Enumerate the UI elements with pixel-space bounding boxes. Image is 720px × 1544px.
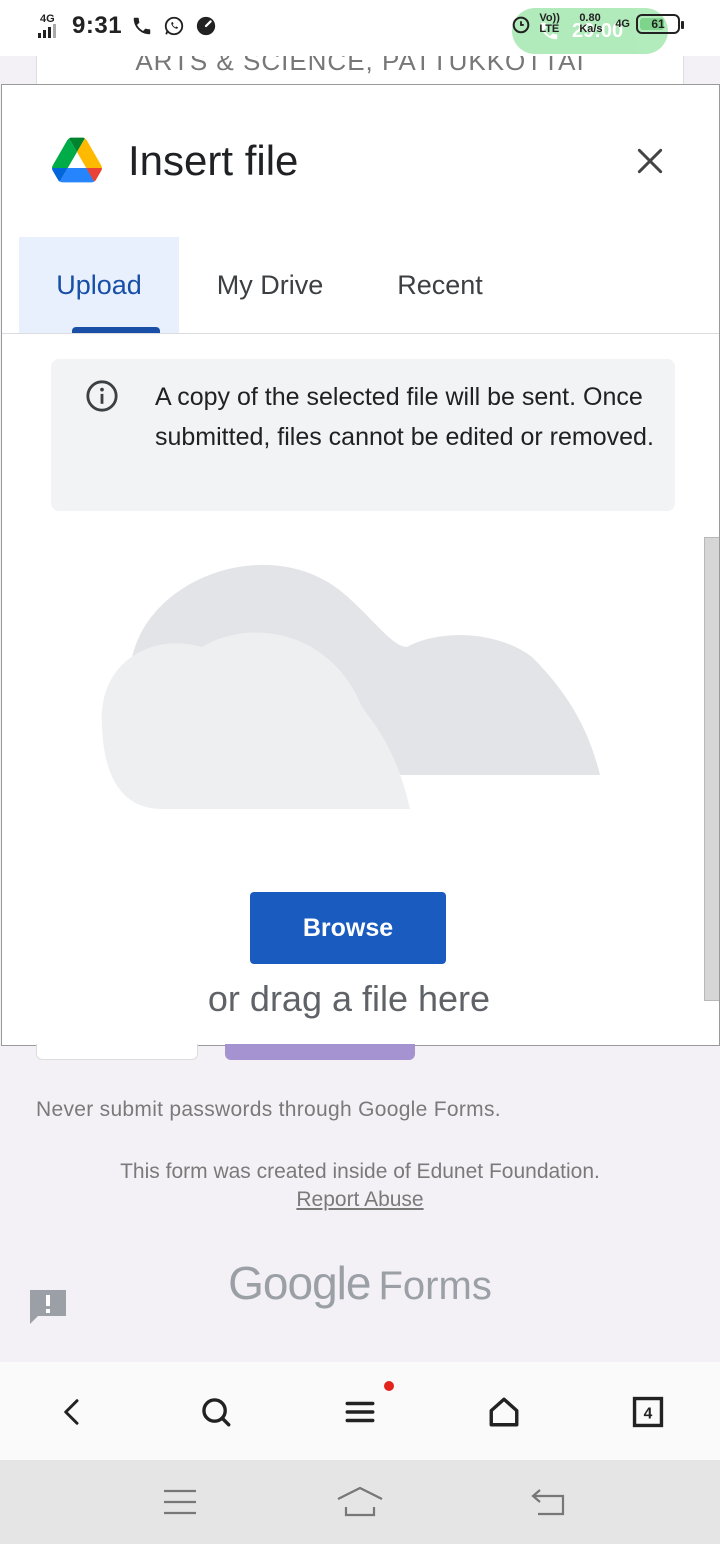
browser-tabs-button[interactable]: 4 (624, 1388, 672, 1436)
tab-my-drive-label: My Drive (216, 269, 324, 300)
system-home-button[interactable] (336, 1482, 384, 1522)
upload-notice: A copy of the selected file will be sent… (51, 359, 675, 511)
form-header-text: ARTS & SCIENCE, PATTUKKOTTAI (135, 56, 585, 76)
feedback-icon (30, 1290, 66, 1324)
google-drive-logo (52, 137, 102, 183)
browse-button[interactable]: Browse (250, 892, 446, 964)
dialog-scrollbar[interactable] (704, 537, 719, 1001)
search-icon (202, 1398, 231, 1427)
network-type: 4G (40, 13, 55, 25)
system-navigation-bar (0, 1460, 720, 1544)
status-left: 4G 9:31 (38, 12, 218, 40)
tab-recent[interactable]: Recent (378, 237, 502, 333)
dialog-tabs: Upload My Drive Recent (2, 237, 719, 334)
recents-icon (164, 1489, 196, 1515)
status-bar: 4G 9:31 29:00 Vo)) LTE 0.80 Ka/s 4G 61 (0, 0, 720, 56)
clock: 9:31 (72, 12, 123, 39)
drag-hint: or drag a file here (207, 978, 491, 1019)
system-home-icon (337, 1486, 383, 1517)
browser-back-button[interactable] (48, 1388, 96, 1436)
active-tab-indicator (72, 327, 160, 333)
cloud-illustration (101, 564, 600, 809)
form-origin-text: This form was created inside of Edunet F… (120, 1160, 600, 1183)
speedometer-icon (194, 14, 218, 38)
battery-icon: 61 (636, 14, 684, 34)
form-header-peek: ARTS & SCIENCE, PATTUKKOTTAI (36, 56, 684, 86)
info-icon (86, 380, 118, 412)
volte-label: Vo)) LTE (539, 12, 560, 35)
tab-recent-label: Recent (397, 269, 483, 300)
google-forms-logo: Google Forms (0, 1256, 720, 1310)
tab-upload-label: Upload (56, 269, 142, 300)
feedback-button[interactable] (28, 1286, 68, 1326)
alarm-icon (509, 12, 533, 36)
signal-icon: 4G (38, 12, 64, 40)
tab-my-drive[interactable]: My Drive (192, 237, 348, 333)
menu-notification-dot (384, 1381, 394, 1391)
logo-forms-text: Forms (378, 1264, 492, 1308)
next-button-peek[interactable] (225, 1044, 415, 1060)
browser-search-button[interactable] (192, 1388, 240, 1436)
tabs-count-icon: 4 (632, 1396, 664, 1428)
system-back-icon (531, 1489, 565, 1516)
home-icon (489, 1397, 519, 1427)
report-abuse-link[interactable]: Report Abuse (0, 1188, 720, 1212)
browser-home-button[interactable] (480, 1388, 528, 1436)
logo-google-text: Google (228, 1257, 371, 1309)
dialog-title: Insert file (128, 137, 299, 184)
battery-level: 61 (651, 17, 665, 31)
close-button[interactable] (628, 139, 672, 183)
network-type-right: 4G (615, 18, 630, 30)
phone-icon (130, 14, 154, 38)
net-speed: 0.80 Ka/s (579, 12, 603, 35)
back-button-peek[interactable] (36, 1044, 198, 1060)
dialog-header: Insert file (2, 85, 719, 235)
close-icon (637, 148, 663, 174)
insert-file-dialog: Insert file Upload My Drive Recent A cop… (1, 84, 720, 1046)
browser-toolbar: 4 (0, 1362, 720, 1460)
status-right: Vo)) LTE 0.80 Ka/s 4G 61 (509, 12, 684, 36)
browser-menu-button[interactable] (336, 1388, 384, 1436)
tab-upload[interactable]: Upload (19, 237, 179, 333)
menu-icon (345, 1401, 375, 1423)
svg-text:4: 4 (644, 1405, 653, 1422)
system-back-button[interactable] (524, 1482, 572, 1522)
password-warning: Never submit passwords through Google Fo… (36, 1098, 501, 1121)
notice-text: A copy of the selected file will be sent… (155, 383, 654, 451)
back-arrow-icon (64, 1399, 79, 1425)
whatsapp-icon (162, 14, 186, 38)
system-recents-button[interactable] (156, 1482, 204, 1522)
